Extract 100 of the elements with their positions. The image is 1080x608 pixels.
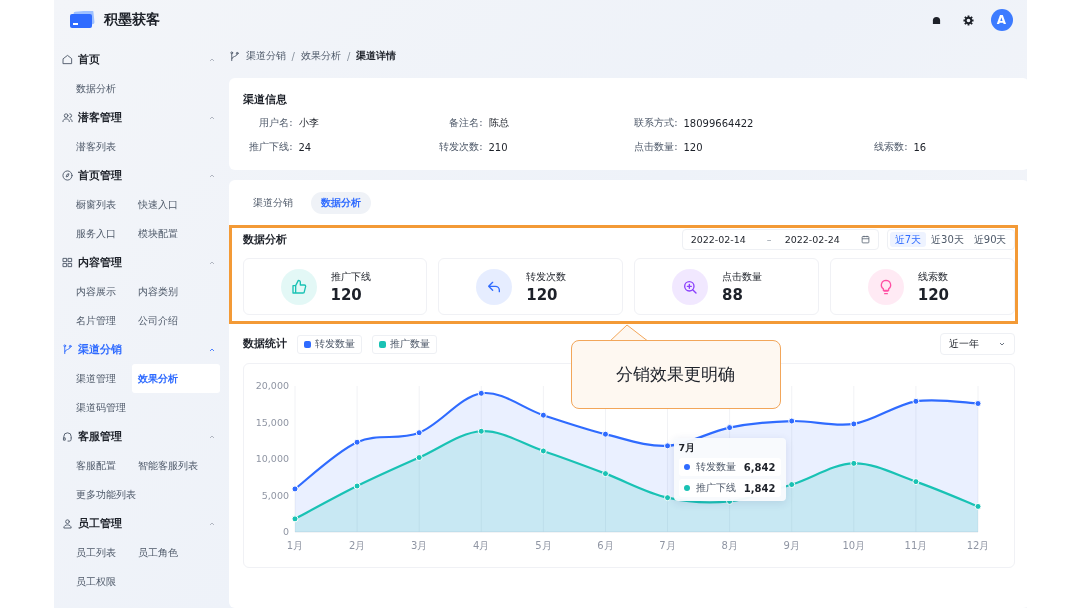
range-option[interactable]: 近30天 <box>926 232 969 247</box>
breadcrumb-item[interactable]: 渠道分销 <box>245 49 286 63</box>
stat-label: 点击数量 <box>722 269 762 284</box>
field-label: 线索数: <box>873 140 908 154</box>
x-axis-label: 12月 <box>966 540 989 551</box>
field-label: 联系方式: <box>633 116 678 130</box>
y-axis-label: 5,000 <box>261 489 289 501</box>
x-axis-label: 9月 <box>783 540 800 551</box>
app-name: 积墨获客 <box>103 11 160 29</box>
field-value: 18099664422 <box>683 117 754 129</box>
sidebar-item[interactable]: 橱窗列表 <box>69 190 132 219</box>
period-select[interactable]: 近一年 <box>939 333 1015 355</box>
y-axis-label: 20,000 <box>255 380 289 391</box>
chevron-down-icon <box>997 340 1006 348</box>
sidebar-group[interactable]: 内容管理 <box>59 248 216 277</box>
sidebar-group[interactable]: 首页管理 <box>59 161 216 190</box>
compass-icon <box>61 170 73 181</box>
date-range-field[interactable]: 2022-02-14 – 2022-02-24 <box>681 229 879 250</box>
tab[interactable]: 渠道分销 <box>242 192 303 214</box>
data-point <box>974 502 981 510</box>
data-point <box>663 442 671 450</box>
field-value: 16 <box>913 141 927 153</box>
field-value: 24 <box>298 141 312 153</box>
sidebar-item[interactable]: 员工列表 <box>69 538 132 567</box>
card-title: 渠道信息 <box>242 93 288 107</box>
field-value: 120 <box>683 141 703 153</box>
data-point <box>849 420 857 428</box>
sidebar-group[interactable]: 潜客管理 <box>59 103 216 132</box>
sidebar-item[interactable]: 公司介绍 <box>131 306 220 335</box>
grid-icon <box>61 257 73 268</box>
sidebar-item[interactable]: 名片管理 <box>69 306 132 335</box>
y-axis-label: 10,000 <box>255 453 289 464</box>
users-icon <box>61 112 73 123</box>
sidebar-group[interactable]: 员工管理 <box>59 509 216 538</box>
x-axis-label: 6月 <box>596 540 614 551</box>
tab[interactable]: 数据分析 <box>310 192 371 214</box>
sidebar-group[interactable]: 渠道分销 <box>59 335 216 364</box>
field-value: 小李 <box>298 116 319 130</box>
sidebar-item[interactable]: 内容展示 <box>69 277 132 306</box>
data-point <box>787 417 795 425</box>
field-value: 210 <box>488 141 508 153</box>
data-point <box>539 447 547 455</box>
sidebar-item[interactable]: 渠道码管理 <box>69 393 132 422</box>
sidebar-item[interactable]: 智能客服列表 <box>131 451 220 480</box>
breadcrumb-separator: / <box>346 50 351 62</box>
legend-item[interactable]: 转发数量 <box>296 334 362 354</box>
data-point <box>415 454 423 462</box>
thumbs-up-icon <box>290 278 307 295</box>
data-point <box>353 438 361 446</box>
logo-icon <box>69 11 96 29</box>
range-option[interactable]: 近90天 <box>968 232 1012 247</box>
stat-value: 120 <box>917 285 950 304</box>
tooltip-value: 1,842 <box>743 482 776 494</box>
x-axis-label: 11月 <box>904 540 927 551</box>
user-avatar[interactable]: A <box>990 9 1013 31</box>
stat-label: 线索数 <box>917 269 949 284</box>
headset-icon <box>61 431 73 442</box>
field-value: 陈总 <box>488 116 509 130</box>
sidebar-item[interactable]: 模块配置 <box>131 219 220 248</box>
x-axis-label: 2月 <box>348 540 365 551</box>
tooltip-label: 转发数量 <box>695 460 737 474</box>
sidebar-item[interactable]: 客服配置 <box>69 451 132 480</box>
sidebar-item[interactable]: 服务入口 <box>69 219 132 248</box>
tooltip-title: 7月 <box>678 442 697 455</box>
sidebar-group[interactable]: 首页 <box>59 45 216 74</box>
stat-value: 88 <box>722 285 744 304</box>
x-axis-label: 1月 <box>286 540 303 551</box>
sidebar-item[interactable]: 渠道管理 <box>69 364 132 393</box>
data-point <box>787 481 795 489</box>
section-title: 数据统计 <box>242 337 287 351</box>
y-axis-label: 0 <box>282 526 289 537</box>
sidebar-item[interactable]: 效果分析 <box>131 364 220 393</box>
field-label: 备注名: <box>448 116 483 130</box>
data-point <box>291 515 298 523</box>
x-axis-label: 8月 <box>720 540 738 551</box>
user-icon <box>61 518 73 529</box>
data-point <box>539 411 547 419</box>
sidebar-item[interactable]: 数据分析 <box>69 74 132 103</box>
field-label: 点击数量: <box>633 140 678 154</box>
x-axis-label: 4月 <box>472 540 489 551</box>
tooltip-value: 6,842 <box>743 461 776 473</box>
sidebar-item[interactable]: 潜客列表 <box>69 132 132 161</box>
sidebar-item[interactable]: 快速入口 <box>131 190 220 219</box>
tooltip-label: 推广下线 <box>695 481 737 495</box>
data-point <box>911 397 919 405</box>
range-option[interactable]: 近7天 <box>889 232 927 247</box>
sidebar-item[interactable]: 员工权限 <box>69 567 132 596</box>
sidebar-item[interactable]: 员工角色 <box>131 538 220 567</box>
branch-icon <box>61 344 73 355</box>
x-axis-label: 7月 <box>658 540 676 551</box>
sidebar-item[interactable]: 内容类别 <box>131 277 220 306</box>
branch-icon <box>228 50 240 62</box>
sidebar-group[interactable]: 客服管理 <box>59 422 216 451</box>
calendar-icon[interactable] <box>860 235 870 244</box>
legend-item[interactable]: 推广数量 <box>371 334 437 354</box>
breadcrumb-item[interactable]: 效果分析 <box>300 49 341 63</box>
x-axis-label: 3月 <box>410 540 427 551</box>
field-label: 推广下线: <box>248 140 293 154</box>
zoom-in-icon <box>682 278 698 295</box>
data-point <box>601 430 609 438</box>
